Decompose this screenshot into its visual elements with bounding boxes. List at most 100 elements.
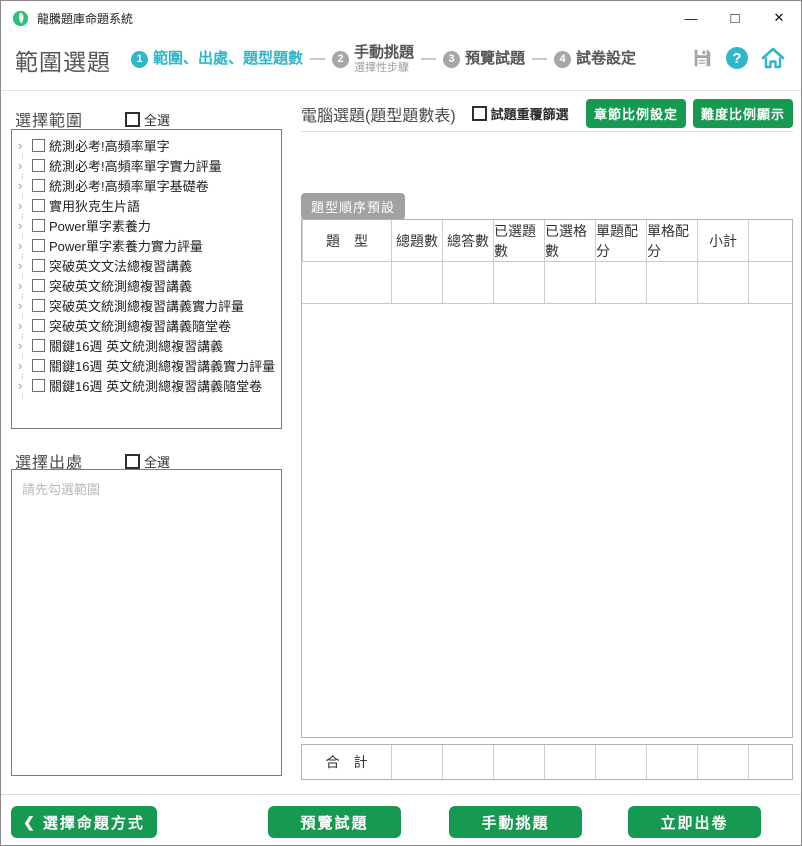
help-icon[interactable]: ? xyxy=(726,47,748,69)
expand-chevron-icon[interactable]: › xyxy=(18,379,32,392)
expand-chevron-icon[interactable]: › xyxy=(18,199,32,212)
scope-item-label: 統測必考!高頻率單字實力評量 xyxy=(49,156,222,175)
scope-item-checkbox[interactable] xyxy=(32,319,45,332)
manual-pick-button[interactable]: 手動挑題 xyxy=(449,806,582,838)
scope-item-checkbox[interactable] xyxy=(32,359,45,372)
table-cell xyxy=(302,262,391,304)
save-icon[interactable] xyxy=(691,47,713,69)
expand-chevron-icon[interactable]: › xyxy=(18,319,32,332)
total-cell xyxy=(646,745,697,779)
scope-tree-item[interactable]: › 統測必考!高頻率單字基礎卷 xyxy=(12,175,281,195)
expand-chevron-icon[interactable]: › xyxy=(18,259,32,272)
step-number-badge: 1 xyxy=(131,51,148,68)
scope-tree-item[interactable]: › 關鍵16週 英文統測總複習講義隨堂卷 xyxy=(12,375,281,395)
expand-chevron-icon[interactable]: › xyxy=(18,159,32,172)
scope-item-checkbox[interactable] xyxy=(32,379,45,392)
header-divider xyxy=(1,90,801,91)
step-sublabel: 選擇性步驟 xyxy=(354,62,414,74)
scope-tree-item[interactable]: › 統測必考!高頻率單字 xyxy=(12,135,281,155)
scope-item-checkbox[interactable] xyxy=(32,159,45,172)
home-icon[interactable] xyxy=(761,47,785,69)
expand-chevron-icon[interactable]: › xyxy=(18,339,32,352)
scope-select-all-label: 全選 xyxy=(144,110,170,129)
step-label: 手動挑題 xyxy=(354,45,414,62)
scope-tree-item[interactable]: › 關鍵16週 英文統測總複習講義 xyxy=(12,335,281,355)
table-cell xyxy=(442,262,493,304)
scope-item-checkbox[interactable] xyxy=(32,199,45,212)
scope-item-label: 突破英文統測總複習講義隨堂卷 xyxy=(49,316,231,335)
scope-item-label: 突破英文統測總複習講義實力評量 xyxy=(49,296,244,315)
source-select-all-checkbox[interactable] xyxy=(125,454,140,469)
step-label: 試卷設定 xyxy=(576,51,636,68)
scope-item-checkbox[interactable] xyxy=(32,139,45,152)
duplicate-filter-checkbox[interactable] xyxy=(472,106,487,121)
expand-chevron-icon[interactable]: › xyxy=(18,219,32,232)
scope-tree-item[interactable]: › 突破英文統測總複習講義實力評量 xyxy=(12,295,281,315)
scope-tree-item[interactable]: › Power單字素養力 xyxy=(12,215,281,235)
scope-item-checkbox[interactable] xyxy=(32,179,45,192)
scope-tree-list[interactable]: › 統測必考!高頻率單字 › 統測必考!高頻率單字實力評量 › 統測必考!高頻率… xyxy=(11,129,282,429)
scope-item-checkbox[interactable] xyxy=(32,239,45,252)
table-cell xyxy=(748,262,792,304)
window-title: 龍騰題庫命題系統 xyxy=(37,10,133,27)
step-item: 3 預覽試題 xyxy=(443,51,554,68)
total-cell xyxy=(595,745,646,779)
maximize-button[interactable]: □ xyxy=(713,1,757,35)
select-method-back-button[interactable]: ❮ 選擇命題方式 xyxy=(11,806,157,838)
scope-item-checkbox[interactable] xyxy=(32,279,45,292)
expand-chevron-icon[interactable]: › xyxy=(18,179,32,192)
step-label: 預覽試題 xyxy=(465,51,525,68)
scope-select-all-checkbox[interactable] xyxy=(125,112,140,127)
scope-item-checkbox[interactable] xyxy=(32,259,45,272)
expand-chevron-icon[interactable]: › xyxy=(18,299,32,312)
scope-item-checkbox[interactable] xyxy=(32,219,45,232)
step-item: 4 試卷設定 xyxy=(554,51,636,68)
app-window: 龍騰題庫命題系統 — □ ✕ 範圍選題 1 範圍、出處、題型題數 2 手動挑題 … xyxy=(0,0,802,846)
step-number-badge: 4 xyxy=(554,51,571,68)
total-cell xyxy=(391,745,442,779)
source-select-all-label: 全選 xyxy=(144,452,170,471)
scope-panel-title: 選擇範圍 xyxy=(15,107,83,131)
table-header-cell: 題 型 xyxy=(302,220,391,262)
expand-chevron-icon[interactable]: › xyxy=(18,359,32,372)
scope-tree-item[interactable]: › 實用狄克生片語 xyxy=(12,195,281,215)
close-button[interactable]: ✕ xyxy=(757,1,801,35)
back-button-label: 選擇命題方式 xyxy=(43,812,145,833)
total-cell xyxy=(697,745,748,779)
table-cell xyxy=(646,262,697,304)
generate-exam-button[interactable]: 立即出卷 xyxy=(628,806,761,838)
table-header-cell: 總題數 xyxy=(391,220,442,262)
source-select-all[interactable]: 全選 xyxy=(125,452,170,471)
scope-tree-item[interactable]: › Power單字素養力實力評量 xyxy=(12,235,281,255)
total-label-cell: 合 計 xyxy=(302,745,391,779)
expand-chevron-icon[interactable]: › xyxy=(18,139,32,152)
scope-tree-item[interactable]: › 突破英文統測總複習講義 xyxy=(12,275,281,295)
app-logo-icon xyxy=(12,10,29,27)
preview-questions-button[interactable]: 預覽試題 xyxy=(268,806,401,838)
source-list-box[interactable]: 請先勾選範圍 xyxy=(11,469,282,776)
scope-item-label: 統測必考!高頻率單字基礎卷 xyxy=(49,176,209,195)
computer-selection-header: 電腦選題(題型題數表) 試題重覆篩選 章節比例設定 難度比例顯示 xyxy=(301,99,793,128)
table-total-row: 合 計 xyxy=(301,744,793,780)
computer-selection-title: 電腦選題(題型題數表) xyxy=(301,102,456,126)
scope-tree-item[interactable]: › 突破英文統測總複習講義隨堂卷 xyxy=(12,315,281,335)
question-type-table: 題 型 總題數 總答數 已選題數 已選格數 單題配分 單格配分 小計 xyxy=(301,219,793,738)
chapter-ratio-button[interactable]: 章節比例設定 xyxy=(586,99,686,128)
scope-item-label: 關鍵16週 英文統測總複習講義實力評量 xyxy=(49,356,275,375)
table-header-row: 題 型 總題數 總答數 已選題數 已選格數 單題配分 單格配分 小計 xyxy=(302,220,792,262)
scope-item-checkbox[interactable] xyxy=(32,299,45,312)
difficulty-ratio-button[interactable]: 難度比例顯示 xyxy=(693,99,793,128)
scope-item-checkbox[interactable] xyxy=(32,339,45,352)
scope-tree-item[interactable]: › 突破英文文法總複習講義 xyxy=(12,255,281,275)
duplicate-filter-toggle[interactable]: 試題重覆篩選 xyxy=(472,104,569,123)
table-cell xyxy=(697,262,748,304)
scope-tree-item[interactable]: › 統測必考!高頻率單字實力評量 xyxy=(12,155,281,175)
window-controls: — □ ✕ xyxy=(669,1,801,35)
expand-chevron-icon[interactable]: › xyxy=(18,279,32,292)
step-number-badge: 2 xyxy=(332,51,349,68)
expand-chevron-icon[interactable]: › xyxy=(18,239,32,252)
minimize-button[interactable]: — xyxy=(669,1,713,35)
question-type-order-preset-button[interactable]: 題型順序預設 xyxy=(301,193,405,220)
scope-tree-item[interactable]: › 關鍵16週 英文統測總複習講義實力評量 xyxy=(12,355,281,375)
scope-select-all[interactable]: 全選 xyxy=(125,110,170,129)
